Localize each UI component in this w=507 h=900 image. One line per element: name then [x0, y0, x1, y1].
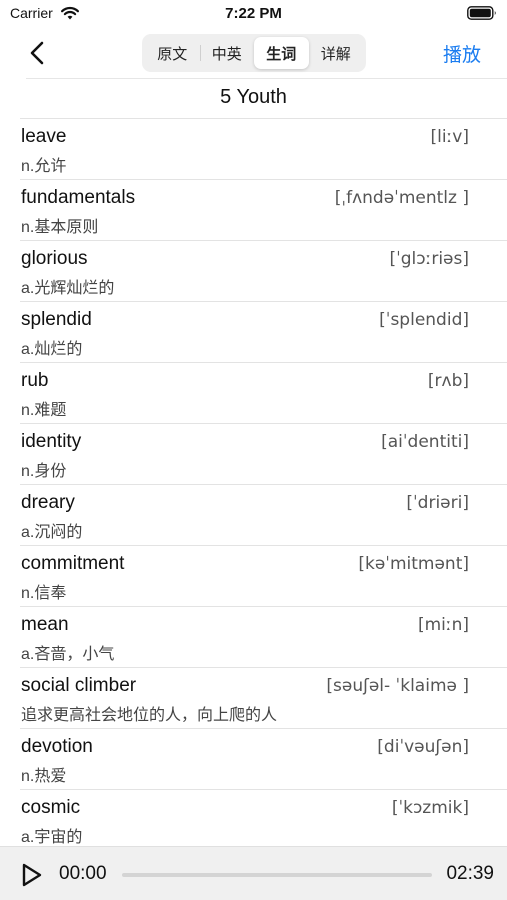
- nav-bar: 原文 中英 生词 详解 播放: [0, 30, 507, 76]
- word-phonetic: [ˈglɔːriəs]: [389, 249, 469, 269]
- word-text: social climber: [21, 675, 137, 696]
- word-meaning: a.灿烂的: [21, 341, 83, 358]
- word-meaning: a.光辉灿烂的: [21, 280, 115, 297]
- word-row[interactable]: cosmic [ˈkɔzmik] a.宇宙的: [20, 790, 507, 851]
- progress-slider[interactable]: [122, 873, 432, 877]
- word-row[interactable]: mean [miːn] a.吝啬，小气: [20, 607, 507, 668]
- word-row[interactable]: splendid [ˈsplendid] a.灿烂的: [20, 302, 507, 363]
- current-time: 00:00: [59, 863, 107, 884]
- word-phonetic: [miːn]: [417, 615, 469, 635]
- audio-player: 00:00 02:39: [0, 846, 507, 900]
- nav-divider: [26, 78, 507, 79]
- word-text: cosmic: [21, 797, 81, 818]
- word-row[interactable]: leave [liːv] n.允许: [20, 119, 507, 180]
- total-time: 02:39: [446, 863, 494, 884]
- word-meaning: 追求更高社会地位的人，向上爬的人: [21, 707, 278, 724]
- word-row[interactable]: social climber [səuʃəl- ˈklaimə ] 追求更高社会…: [20, 668, 507, 729]
- word-text: leave: [21, 126, 67, 147]
- word-text: rub: [21, 370, 49, 391]
- word-text: glorious: [21, 248, 88, 269]
- word-row[interactable]: identity [aiˈdentiti] n.身份: [20, 424, 507, 485]
- word-phonetic: [ˌfʌndəˈmentlz ]: [334, 188, 469, 208]
- word-text: splendid: [21, 309, 92, 330]
- word-phonetic: [ˈdriəri]: [406, 493, 469, 513]
- tab-original[interactable]: 原文: [145, 37, 200, 69]
- word-phonetic: [ˈkɔzmik]: [391, 798, 469, 818]
- word-phonetic: [diˈvəuʃən]: [377, 737, 469, 757]
- play-button[interactable]: 播放: [443, 40, 481, 67]
- word-meaning: n.允许: [21, 158, 67, 175]
- word-meaning: a.吝啬，小气: [21, 646, 115, 663]
- status-time: 7:22 PM: [225, 5, 282, 22]
- tab-vocabulary[interactable]: 生词: [254, 37, 309, 69]
- word-text: fundamentals: [21, 187, 136, 208]
- status-bar: Carrier 7:22 PM: [0, 0, 507, 28]
- word-row[interactable]: devotion [diˈvəuʃən] n.热爱: [20, 729, 507, 790]
- back-button[interactable]: [22, 36, 52, 70]
- word-phonetic: [kəˈmitmənt]: [358, 554, 469, 574]
- word-phonetic: [liːv]: [430, 127, 470, 147]
- word-phonetic: [ˈsplendid]: [379, 310, 469, 330]
- word-meaning: n.信奉: [21, 585, 67, 602]
- chevron-left-icon: [30, 41, 44, 65]
- word-row[interactable]: rub [rʌb] n.难题: [20, 363, 507, 424]
- view-segmented-control: 原文 中英 生词 详解: [142, 34, 366, 72]
- play-icon[interactable]: [20, 862, 44, 888]
- word-row[interactable]: commitment [kəˈmitmənt] n.信奉: [20, 546, 507, 607]
- word-phonetic: [rʌb]: [427, 371, 469, 391]
- vocabulary-list: leave [liːv] n.允许 fundamentals [ˌfʌndəˈm…: [0, 119, 507, 851]
- word-text: identity: [21, 431, 82, 452]
- word-row[interactable]: dreary [ˈdriəri] a.沉闷的: [20, 485, 507, 546]
- word-meaning: n.难题: [21, 402, 67, 419]
- battery-icon: [467, 6, 496, 20]
- word-phonetic: [aiˈdentiti]: [381, 432, 469, 452]
- tab-bilingual[interactable]: 中英: [199, 37, 255, 69]
- word-meaning: a.沉闷的: [21, 524, 83, 541]
- word-text: dreary: [21, 492, 75, 513]
- word-row[interactable]: fundamentals [ˌfʌndəˈmentlz ] n.基本原则: [20, 180, 507, 241]
- word-meaning: n.热爱: [21, 768, 67, 785]
- lesson-title: 5 Youth: [220, 86, 287, 108]
- word-meaning: n.基本原则: [21, 219, 99, 236]
- word-text: devotion: [21, 736, 93, 757]
- tab-explanation[interactable]: 详解: [309, 37, 364, 69]
- word-text: commitment: [21, 553, 125, 574]
- word-meaning: a.宇宙的: [21, 829, 83, 846]
- word-row[interactable]: glorious [ˈglɔːriəs] a.光辉灿烂的: [20, 241, 507, 302]
- word-text: mean: [21, 614, 69, 635]
- word-meaning: n.身份: [21, 463, 67, 480]
- word-phonetic: [səuʃəl- ˈklaimə ]: [326, 676, 469, 696]
